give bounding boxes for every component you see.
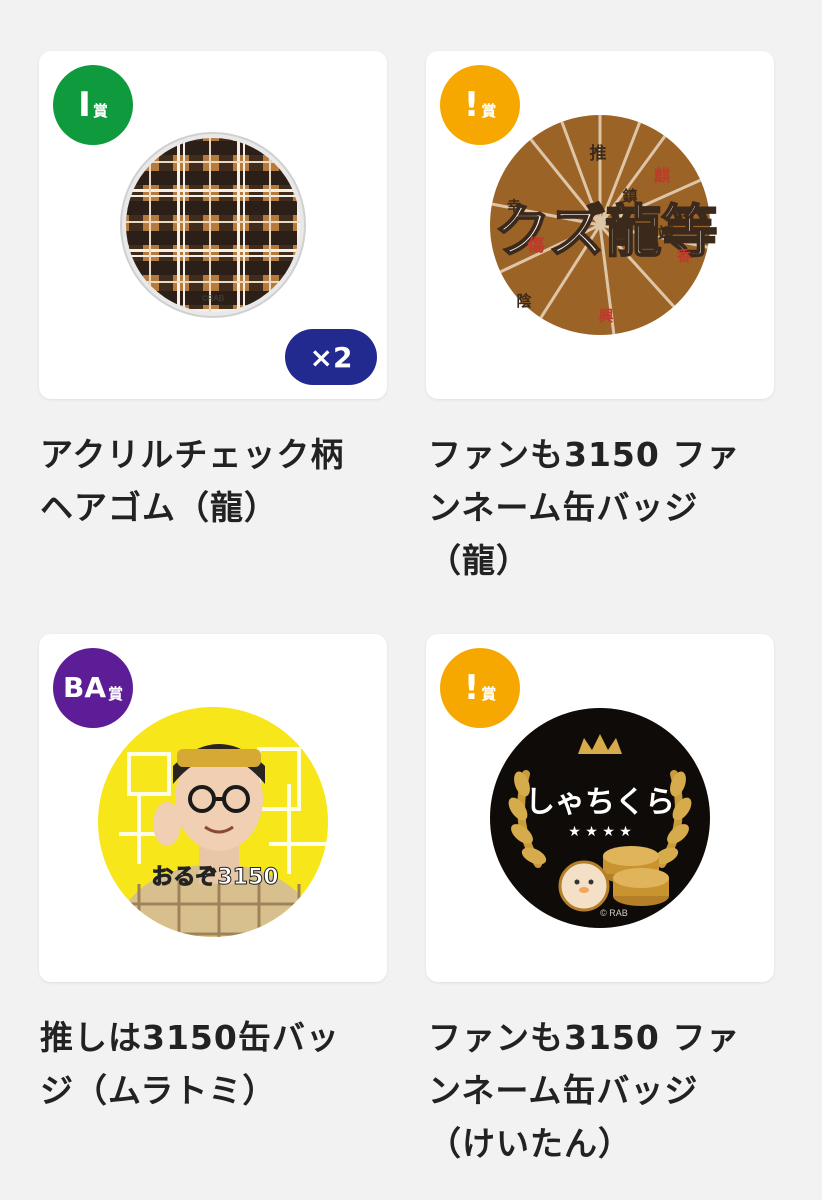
- kanji-mark: 興: [598, 307, 613, 325]
- badge-rank-letter: BA: [62, 671, 106, 704]
- svg-text:★ ★ ★ ★: ★ ★ ★ ★: [568, 824, 632, 840]
- prize-card-3[interactable]: おるぞ3150 BA 賞: [39, 634, 387, 982]
- prize-grid: I賞 ©RAB ×2 クズ龍等 推 麒 鎮 傷 靖 香 陰 興 幸 ! 賞 おる…: [0, 0, 822, 1200]
- quantity-badge: ×2: [285, 329, 377, 385]
- prize-title-3[interactable]: 推しは3150缶バッ ジ（ムラトミ）: [40, 1011, 380, 1117]
- kanji-mark: 推: [590, 143, 607, 164]
- badge-rank-letter: !: [463, 668, 480, 708]
- badge-rank-suffix: 賞: [108, 684, 124, 703]
- kanji-mark: 幸: [507, 198, 521, 215]
- kanji-mark: 麒: [654, 166, 670, 185]
- kanji-mark: 傷: [527, 235, 545, 256]
- prize-card-2[interactable]: クズ龍等 推 麒 鎮 傷 靖 香 陰 興 幸 ! 賞: [426, 51, 774, 399]
- image-copyright: © RAB: [600, 908, 628, 918]
- prize-rank-badge: ! 賞: [440, 65, 520, 145]
- badge-rank-suffix: 賞: [481, 101, 497, 120]
- kanji-mark: 香: [676, 248, 692, 265]
- badge-rank-letter: !: [463, 85, 480, 125]
- kanji-mark: 陰: [516, 292, 532, 310]
- badge-rank-suffix: 賞: [481, 684, 497, 703]
- kanji-mark: 靖: [658, 224, 674, 243]
- badge-slogan: おるぞ3150: [151, 865, 278, 890]
- prize-rank-badge: BA 賞: [53, 648, 133, 728]
- prize-card-4[interactable]: しゃちくら ★ ★ ★ ★ © RAB ! 賞: [426, 634, 774, 982]
- prize-title-4[interactable]: ファンも3150 ファ ンネーム缶バッジ （けいたん）: [428, 1011, 768, 1170]
- badge-fan-name: しゃちくら: [525, 785, 675, 820]
- prize-title-2[interactable]: ファンも3150 ファ ンネーム缶バッジ （龍）: [428, 428, 768, 587]
- kanji-mark: 鎮: [622, 187, 637, 205]
- image-copyright: ©RAB: [202, 294, 224, 303]
- prize-title-1[interactable]: アクリルチェック柄 ヘアゴム（龍）: [40, 428, 380, 534]
- prize-card-1[interactable]: I賞 ©RAB ×2: [39, 51, 387, 399]
- prize-rank-badge: ! 賞: [440, 648, 520, 728]
